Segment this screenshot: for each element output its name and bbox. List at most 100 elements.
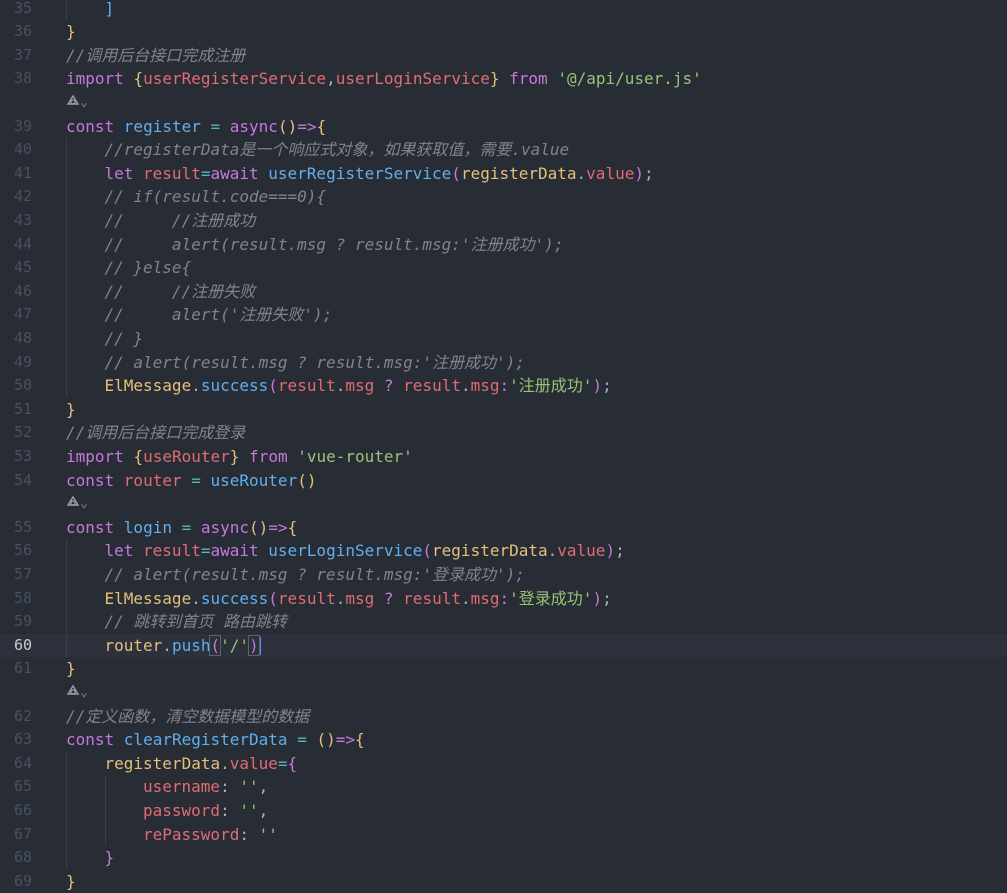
code-line[interactable]: 49 // alert(result.msg ? result.msg:'注册成功… bbox=[0, 350, 1007, 374]
code-text: // }else{ bbox=[105, 256, 192, 279]
code-line[interactable]: 47 // alert('注册失败'); bbox=[0, 303, 1007, 327]
code-line[interactable]: 65 username: '', bbox=[0, 775, 1007, 799]
line-number: 43 bbox=[13, 210, 32, 229]
codeium-lens-icon[interactable] bbox=[66, 684, 80, 698]
code-line[interactable]: 60 router.push('/') bbox=[0, 633, 1007, 657]
code-text: // } bbox=[105, 327, 144, 350]
code-token: result bbox=[403, 376, 461, 396]
chevron-down-icon[interactable]: ⌄ bbox=[80, 685, 88, 700]
code-line[interactable]: 69} bbox=[0, 870, 1007, 893]
line-number: 51 bbox=[13, 399, 32, 418]
code-line[interactable]: 41 let result=await userRegisterService(r… bbox=[0, 161, 1007, 185]
code-token: // }else{ bbox=[104, 258, 192, 278]
code-line[interactable]: 67 rePassword: '' bbox=[0, 822, 1007, 846]
code-line[interactable]: 45 // }else{ bbox=[0, 256, 1007, 280]
code-line[interactable]: 36} bbox=[0, 20, 1007, 43]
code-line[interactable]: 57 // alert(result.msg ? result.msg:'登录成功… bbox=[0, 562, 1007, 586]
code-line[interactable]: 48 // } bbox=[0, 326, 1007, 350]
line-number: 36 bbox=[13, 22, 32, 41]
code-line[interactable]: 62 //定义函数，清空数据模型的数据 bbox=[0, 705, 1007, 728]
code-line[interactable]: 44 // alert(result.msg ? result.msg:'注册成功… bbox=[0, 232, 1007, 256]
code-text: password: '', bbox=[143, 799, 268, 822]
codelens-action[interactable]: ⌄ bbox=[66, 492, 88, 515]
code-token: const bbox=[66, 116, 124, 136]
line-number: 68 bbox=[13, 848, 32, 867]
code-token: '登录成功' bbox=[509, 588, 593, 608]
indent-guide bbox=[66, 798, 67, 822]
codeium-lens-icon[interactable] bbox=[66, 94, 80, 108]
code-token: userLoginService bbox=[335, 69, 490, 89]
code-line[interactable]: 50 ElMessage.success(result.msg ? result.… bbox=[0, 374, 1007, 398]
chevron-down-icon[interactable]: ⌄ bbox=[80, 95, 88, 110]
code-line[interactable]: 63 const clearRegisterData = ()=>{ bbox=[0, 728, 1007, 751]
code-line[interactable]: 54 const router = useRouter() bbox=[0, 469, 1007, 492]
code-editor[interactable]: 35] 36} 37//调用后台接口完成注册 38 import {userRegist… bbox=[0, 0, 1007, 891]
code-line[interactable]: 40 //registerData是一个响应式对象，如果获取值，需要.value bbox=[0, 138, 1007, 162]
code-token: value bbox=[586, 163, 635, 183]
code-line[interactable]: 53 import {useRouter} from 'vue-router' bbox=[0, 445, 1007, 468]
code-text: // //注册失败 bbox=[105, 280, 256, 303]
code-text: let result=await userLoginService(regist… bbox=[105, 539, 625, 562]
code-token: ; bbox=[602, 588, 612, 608]
code-text: const login = async()=>{ bbox=[66, 516, 297, 539]
line-number: 63 bbox=[13, 730, 32, 749]
code-line[interactable]: 37 //调用后台接口完成注册 bbox=[0, 44, 1007, 67]
indent-guide bbox=[104, 775, 106, 799]
code-token: userRegisterService bbox=[143, 69, 327, 89]
code-token: . bbox=[191, 376, 201, 396]
code-token: result bbox=[277, 588, 336, 608]
indent-guide bbox=[66, 350, 67, 374]
code-token: result bbox=[403, 588, 461, 608]
code-line[interactable]: 64 registerData.value={ bbox=[0, 751, 1007, 775]
code-token: async bbox=[229, 116, 278, 136]
code-token: userRegisterService bbox=[268, 163, 452, 183]
code-line[interactable]: 59 // 跳转到首页 路由跳转 bbox=[0, 610, 1007, 634]
code-line[interactable]: 58 ElMessage.success(result.msg ? result.… bbox=[0, 586, 1007, 610]
code-token: result bbox=[143, 541, 201, 561]
code-token: } bbox=[66, 659, 76, 679]
line-number: 50 bbox=[13, 376, 32, 395]
code-line[interactable]: 46 // //注册失败 bbox=[0, 279, 1007, 303]
code-token: //registerData是一个响应式对象，如果获取值，需要.value bbox=[104, 140, 570, 160]
line-number: 66 bbox=[13, 800, 32, 819]
code-token: msg bbox=[345, 588, 375, 608]
code-line[interactable]: 55 const login = async()=>{ bbox=[0, 516, 1007, 539]
indent-guide bbox=[66, 586, 67, 610]
code-line[interactable]: 38 import {userRegisterService,userLoginS… bbox=[0, 67, 1007, 90]
code-text: ElMessage.success(result.msg ? result.ms… bbox=[105, 587, 612, 610]
code-token: ? bbox=[374, 376, 404, 396]
code-text: const clearRegisterData = ()=>{ bbox=[66, 728, 365, 751]
code-token: rePassword bbox=[143, 824, 240, 844]
line-number: 47 bbox=[13, 305, 32, 324]
code-token: await bbox=[210, 163, 269, 183]
line-number: 54 bbox=[13, 470, 32, 489]
code-line[interactable]: 42 // if(result.code===0){ bbox=[0, 185, 1007, 209]
code-text: rePassword: '' bbox=[143, 823, 278, 846]
code-line[interactable]: 52 //调用后台接口完成登录 bbox=[0, 421, 1007, 444]
code-line[interactable]: 56 let result=await userLoginService(regi… bbox=[0, 539, 1007, 563]
code-token: { bbox=[133, 69, 144, 89]
codelens-action[interactable]: ⌄ bbox=[66, 681, 88, 704]
code-line[interactable]: 39 const register = async()=>{ bbox=[0, 115, 1007, 138]
code-token: router bbox=[123, 470, 182, 490]
code-line[interactable]: 61} bbox=[0, 657, 1007, 680]
code-token: , bbox=[258, 777, 269, 797]
codelens-action[interactable]: ⌄ bbox=[66, 91, 88, 114]
code-line[interactable]: 51} bbox=[0, 398, 1007, 421]
code-line[interactable]: 66 password: '', bbox=[0, 798, 1007, 822]
indent-guide bbox=[66, 539, 67, 563]
code-line[interactable]: 43 // //注册成功 bbox=[0, 208, 1007, 232]
code-token: ( bbox=[422, 541, 433, 561]
code-token: => bbox=[297, 116, 317, 136]
code-token: ) bbox=[592, 588, 603, 608]
code-text: } bbox=[66, 20, 76, 43]
line-number: 57 bbox=[13, 564, 32, 583]
chevron-down-icon[interactable]: ⌄ bbox=[80, 496, 88, 511]
code-token: await bbox=[210, 541, 269, 561]
code-line[interactable]: 35] bbox=[0, 0, 1007, 20]
code-token: } bbox=[489, 69, 500, 89]
codeium-lens-icon[interactable] bbox=[66, 495, 80, 509]
code-text: ElMessage.success(result.msg ? result.ms… bbox=[105, 374, 612, 397]
code-text: //registerData是一个响应式对象，如果获取值，需要.value bbox=[105, 138, 570, 161]
code-line[interactable]: 68} bbox=[0, 846, 1007, 870]
